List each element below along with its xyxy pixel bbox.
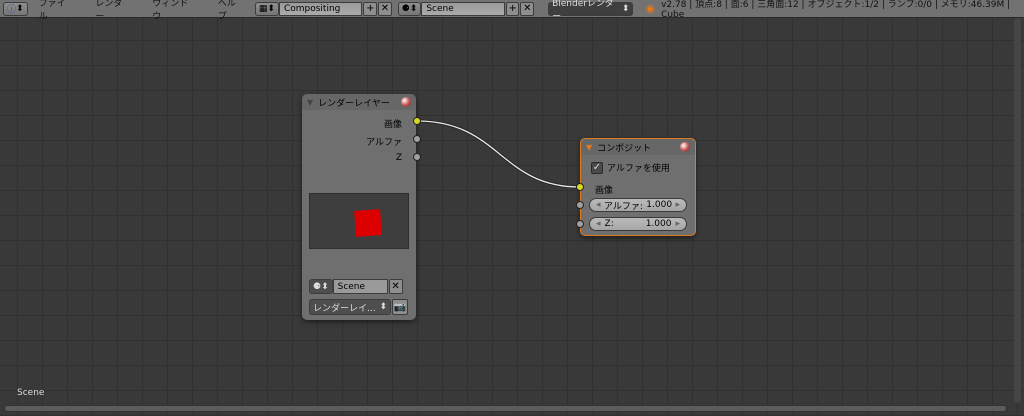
render-layers-node[interactable]: ▼ レンダーレイヤー 画像 アルファ Z ⚈⬍ Scene ✕ レンダーレイ...… <box>302 94 421 320</box>
node-title: レンダーレイヤー <box>318 98 390 109</box>
node-link <box>416 119 581 189</box>
scene-name-overlay: Scene <box>17 388 45 398</box>
vertical-scrollbar[interactable] <box>1014 18 1021 403</box>
collapse-icon[interactable]: ▼ <box>586 143 592 152</box>
render-layer-label: レンダーレイ... <box>313 303 376 314</box>
collapse-icon[interactable]: ▼ <box>307 98 313 107</box>
use-alpha-label: アルファを使用 <box>607 164 670 174</box>
input-image-label: 画像 <box>595 186 614 196</box>
node-title: コンポジット <box>597 143 652 154</box>
preview-cube <box>354 209 382 237</box>
output-alpha-socket[interactable] <box>413 135 421 143</box>
output-z-label: Z <box>395 153 402 163</box>
render-camera-icon[interactable]: 📷 <box>392 299 408 315</box>
horizontal-scrollbar[interactable] <box>4 405 1007 412</box>
render-layer-select[interactable]: レンダーレイ... ⬍ <box>309 299 391 315</box>
render-preview <box>309 193 409 249</box>
alpha-value-field[interactable]: ◂ アルファ: 1.000 ▸ <box>589 198 687 212</box>
preview-sphere-icon[interactable] <box>680 142 690 152</box>
alpha-value: 1.000 <box>646 200 673 210</box>
use-alpha-checkbox[interactable]: ✓ アルファを使用 <box>591 161 670 174</box>
output-image-socket[interactable] <box>413 117 421 125</box>
z-value: 1.000 <box>645 219 672 229</box>
node-header[interactable]: ▼ コンポジット <box>581 139 695 155</box>
alpha-label: アルファ: <box>603 201 643 212</box>
node-scene-field[interactable]: Scene <box>332 279 388 294</box>
z-label: Z: <box>604 219 614 229</box>
input-z-socket[interactable] <box>576 220 584 228</box>
composite-node[interactable]: ▼ コンポジット ✓ アルファを使用 画像 ◂ アルファ: 1.000 ▸ ◂ Z: 1.0… <box>576 138 696 236</box>
unlink-scene-button[interactable]: ✕ <box>388 279 403 294</box>
node-header[interactable]: ▼ レンダーレイヤー <box>302 94 416 110</box>
output-alpha-label: アルファ <box>366 138 402 148</box>
input-alpha-socket[interactable] <box>576 201 584 209</box>
z-value-field[interactable]: ◂ Z: 1.000 ▸ <box>589 217 687 231</box>
checkmark-icon: ✓ <box>591 161 603 174</box>
preview-sphere-icon[interactable] <box>401 97 411 107</box>
output-z-socket[interactable] <box>413 153 421 161</box>
input-image-socket[interactable] <box>576 183 584 191</box>
output-image-label: 画像 <box>383 120 402 130</box>
scene-selector[interactable]: ⚈⬍ <box>309 279 333 294</box>
